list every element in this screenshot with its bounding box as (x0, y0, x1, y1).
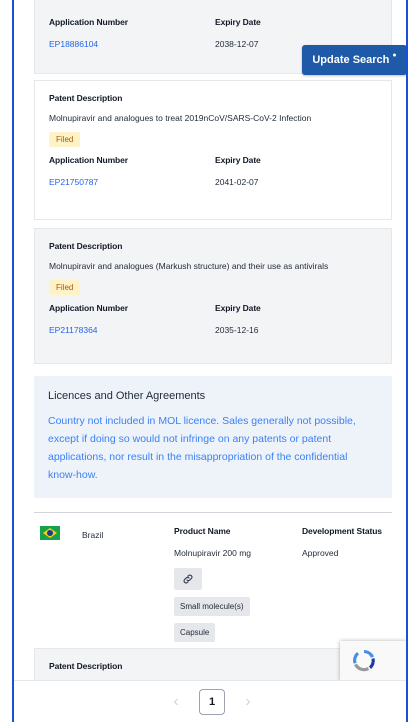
patent-description-label: Patent Description (49, 661, 123, 671)
recaptcha-icon (353, 650, 375, 672)
product-name-value: Molnupiravir 200 mg (174, 548, 252, 558)
page-1-button[interactable]: 1 (199, 688, 225, 715)
expiry-date-label: Expiry Date (215, 303, 261, 313)
recaptcha-badge[interactable] (340, 641, 406, 681)
expiry-date-label: Expiry Date (215, 155, 261, 165)
licence-title: Licences and Other Agreements (48, 390, 206, 402)
notification-dot-icon: ● (392, 51, 397, 59)
country-name: Brazil (82, 530, 104, 540)
patent-card: Patent Description Molnupiravir and anal… (34, 228, 392, 364)
link-icon[interactable] (174, 568, 202, 590)
development-column: Development Status Approved (302, 526, 402, 558)
update-search-label: Update Search (312, 54, 390, 66)
application-number-label: Application Number (49, 155, 128, 165)
patent-description-label: Patent Description (49, 93, 123, 103)
product-name-label: Product Name (174, 526, 231, 536)
expiry-date-value: 2035-12-16 (215, 325, 259, 335)
patent-description: Molnupiravir and analogues to treat 2019… (49, 113, 312, 123)
licence-section: Licences and Other Agreements Country no… (34, 376, 392, 498)
licence-text: Country not included in MOL licence. Sal… (48, 415, 356, 481)
next-page-button[interactable]: › (239, 693, 257, 711)
application-number-link[interactable]: EP18886104 (49, 39, 215, 49)
tag-chip: Small molecule(s) (174, 597, 250, 616)
expiry-date-value: 2038-12-07 (215, 39, 259, 49)
patent-panel: Application Number EP18886104 Expiry Dat… (12, 0, 408, 722)
patent-card: Patent Description Molnupiravir and anal… (34, 80, 392, 220)
patent-description-label: Patent Description (49, 241, 123, 251)
product-column: Product Name Molnupiravir 200 mg Small m… (174, 526, 294, 642)
prev-page-button[interactable]: ‹ (167, 693, 185, 711)
status-badge: Filed (49, 280, 81, 295)
status-badge: Filed (49, 132, 81, 147)
expiry-date-value: 2041-02-07 (215, 177, 259, 187)
development-status-value: Approved (302, 548, 339, 558)
update-search-button[interactable]: Update Search ● (302, 45, 406, 75)
application-number-label: Application Number (49, 303, 128, 313)
development-status-label: Development Status (302, 526, 382, 536)
tag-chip: Capsule (174, 623, 216, 642)
pagination: ‹ 1 › (14, 680, 406, 722)
patent-list: Application Number EP18886104 Expiry Dat… (34, 0, 392, 722)
patent-description: Molnupiravir and analogues (Markush stru… (49, 261, 329, 271)
application-number-link[interactable]: EP21750787 (49, 177, 215, 187)
application-number-label: Application Number (49, 17, 128, 27)
application-number-link[interactable]: EP21178364 (49, 325, 215, 335)
brazil-flag-icon (40, 526, 60, 540)
expiry-date-label: Expiry Date (215, 17, 261, 27)
